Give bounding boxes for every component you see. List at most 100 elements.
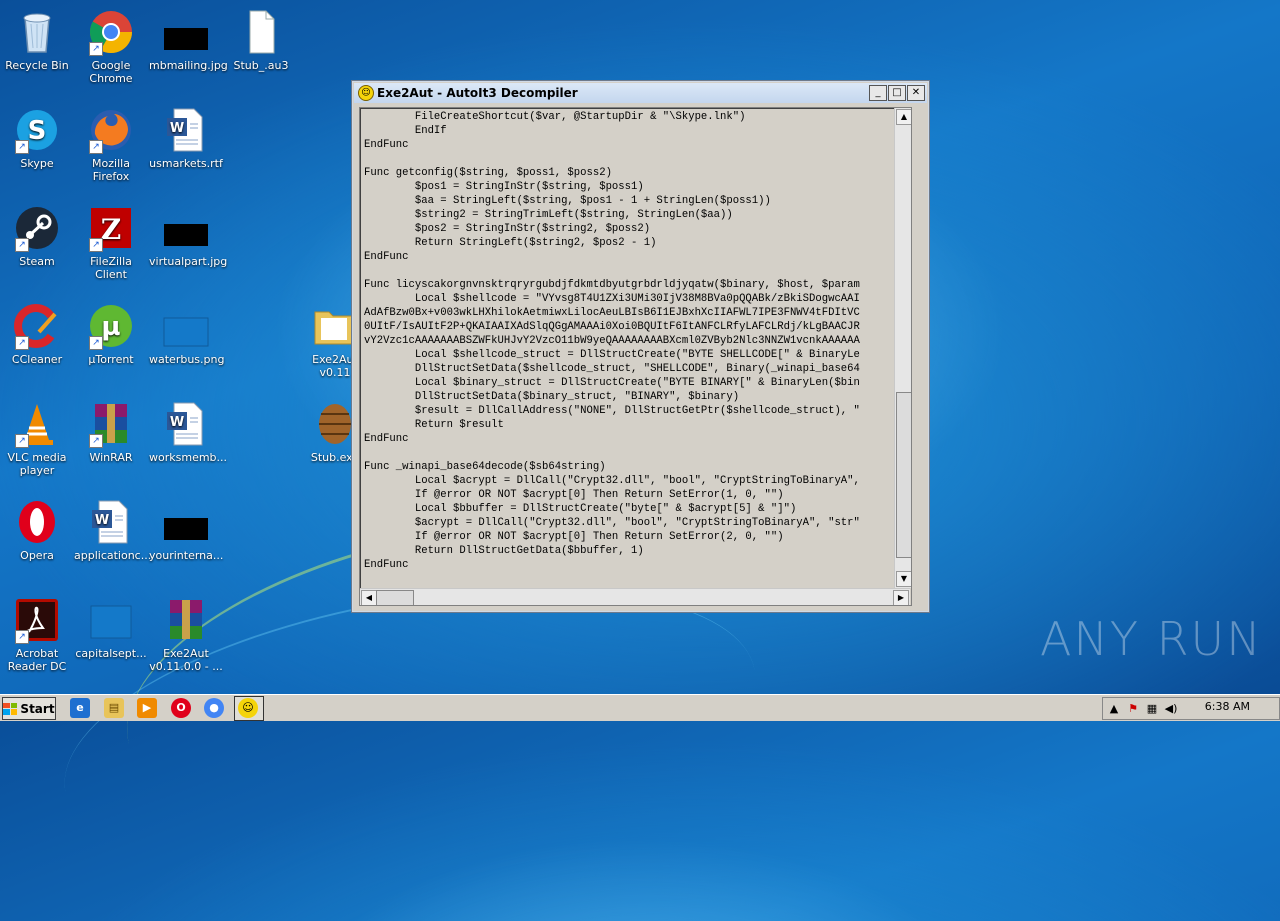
desktop-icon-yourinterna[interactable]: yourinterna... <box>149 498 223 562</box>
desktop-icon-worksmemb[interactable]: W worksmemb... <box>149 400 228 464</box>
shortcut-arrow-icon: ↗ <box>15 140 29 154</box>
desktop-icon-acrobat[interactable]: ↗ Acrobat Reader DC <box>0 596 74 673</box>
minimize-button[interactable]: _ <box>869 85 887 101</box>
start-label: Start <box>20 701 55 716</box>
icon-label: waterbus.png <box>149 353 225 366</box>
image-file-icon <box>162 302 210 350</box>
recycle-bin-icon <box>13 8 61 56</box>
volume-icon[interactable]: ◀) <box>1163 701 1179 717</box>
svg-text:S: S <box>28 116 47 146</box>
shortcut-arrow-icon: ↗ <box>89 434 103 448</box>
ccleaner-icon: ↗ <box>13 302 61 350</box>
icon-label: µTorrent <box>88 353 134 366</box>
horizontal-scrollbar[interactable]: ◀ ▶ <box>360 588 910 605</box>
desktop-icon-utorrent[interactable]: µ ↗ µTorrent <box>74 302 148 366</box>
network-icon[interactable]: ▦ <box>1144 701 1160 717</box>
shortcut-arrow-icon: ↗ <box>89 238 103 252</box>
exe2aut-taskbar-button[interactable]: ☺ <box>234 696 264 721</box>
desktop-icon-filezilla[interactable]: Z ↗ FileZilla Client <box>74 204 148 281</box>
desktop-icon-firefox[interactable]: ↗ Mozilla Firefox <box>74 106 148 183</box>
vertical-scrollbar[interactable]: ▲ ▼ <box>894 108 911 588</box>
media-player-icon[interactable]: ▶ <box>137 698 157 718</box>
svg-text:W: W <box>170 121 184 136</box>
desktop-icon-recycle-bin[interactable]: Recycle Bin <box>0 8 74 72</box>
desktop-icon-virtualpart[interactable]: virtualpart.jpg <box>149 204 228 268</box>
svg-text:W: W <box>170 415 184 430</box>
image-file-icon <box>87 596 135 644</box>
system-tray: ▲ ⚑ ▦ ◀) <box>1102 697 1280 720</box>
icon-label: CCleaner <box>11 353 63 366</box>
icon-label: Exe2Aut v0.11.0.0 - ... <box>149 647 223 673</box>
opera-icon <box>13 498 61 546</box>
image-file-icon <box>162 204 210 252</box>
skype-icon: S ↗ <box>13 106 61 154</box>
winrar-icon: ↗ <box>87 400 135 448</box>
desktop-icon-applicationc[interactable]: W applicationc... <box>74 498 151 562</box>
maximize-button[interactable]: □ <box>888 85 906 101</box>
image-file-icon <box>162 498 210 546</box>
icon-label: mbmailing.jpg <box>149 59 228 72</box>
firefox-icon: ↗ <box>87 106 135 154</box>
window-titlebar[interactable]: ☺ Exe2Aut - AutoIt3 Decompiler _ □ ✕ <box>354 83 927 103</box>
watermark-text: ANY RUN <box>1040 612 1263 666</box>
vlc-cone-icon: ↗ <box>13 400 61 448</box>
acrobat-icon: ↗ <box>13 596 61 644</box>
scroll-down-arrow-icon[interactable]: ▼ <box>896 571 911 587</box>
chrome-icon: ↗ <box>87 8 135 56</box>
chrome-taskbar-icon[interactable]: ● <box>204 698 224 718</box>
svg-text:W: W <box>95 513 109 528</box>
scroll-right-arrow-icon[interactable]: ▶ <box>893 590 909 605</box>
word-document-icon: W <box>162 400 210 448</box>
utorrent-icon: µ ↗ <box>87 302 135 350</box>
desktop-icon-chrome[interactable]: ↗ Google Chrome <box>74 8 148 85</box>
winrar-archive-icon <box>162 596 210 644</box>
security-flag-icon[interactable]: ⚑ <box>1125 701 1141 717</box>
internet-explorer-icon[interactable]: e <box>70 698 90 718</box>
icon-label: usmarkets.rtf <box>149 157 223 170</box>
desktop-icon-opera[interactable]: Opera <box>0 498 74 562</box>
desktop-icon-usmarkets[interactable]: W usmarkets.rtf <box>149 106 223 170</box>
icon-label: yourinterna... <box>149 549 224 562</box>
scroll-left-arrow-icon[interactable]: ◀ <box>361 590 377 605</box>
show-hidden-icons-icon[interactable]: ▲ <box>1106 701 1122 717</box>
clock[interactable]: 6:38 AM <box>1205 700 1250 713</box>
image-file-icon <box>162 8 210 56</box>
icon-label: virtualpart.jpg <box>149 255 228 268</box>
windows-logo-icon <box>3 702 18 715</box>
icon-label: worksmemb... <box>149 451 228 464</box>
vertical-scroll-thumb[interactable] <box>896 392 911 558</box>
icon-label: Google Chrome <box>89 59 133 85</box>
close-button[interactable]: ✕ <box>907 85 925 101</box>
start-button[interactable]: Start <box>2 697 56 720</box>
desktop-icon-steam[interactable]: ↗ Steam <box>0 204 74 268</box>
desktop-icon-ccleaner[interactable]: ↗ CCleaner <box>0 302 74 366</box>
decompiled-script-text[interactable]: FileCreateShortcut($var, @StartupDir & "… <box>364 110 910 584</box>
svg-text:Z: Z <box>101 213 121 246</box>
scroll-up-arrow-icon[interactable]: ▲ <box>896 109 911 125</box>
desktop-icon-stub-au3[interactable]: Stub_.au3 <box>224 8 298 72</box>
desktop-icon-waterbus[interactable]: waterbus.png <box>149 302 225 366</box>
icon-label: VLC media player <box>7 451 67 477</box>
taskbar: Start e ▤ ▶ O ● ☺ ▲ ⚑ ▦ ◀) 6:38 AM <box>0 694 1280 721</box>
desktop-icon-skype[interactable]: S ↗ Skype <box>0 106 74 170</box>
desktop-icon-mbmailing[interactable]: mbmailing.jpg <box>149 8 228 72</box>
shortcut-arrow-icon: ↗ <box>15 434 29 448</box>
icon-label: Skype <box>20 157 54 170</box>
icon-label: FileZilla Client <box>90 255 132 281</box>
filezilla-icon: Z ↗ <box>87 204 135 252</box>
smiley-app-icon: ☺ <box>238 698 258 718</box>
desktop-icon-capitalsept[interactable]: capitalsept... <box>74 596 148 660</box>
icon-label: capitalsept... <box>75 647 147 660</box>
desktop-icon-vlc[interactable]: ↗ VLC media player <box>0 400 74 477</box>
shortcut-arrow-icon: ↗ <box>89 140 103 154</box>
anyrun-watermark: ANY RUN <box>1040 612 1263 666</box>
exe2aut-window[interactable]: ☺ Exe2Aut - AutoIt3 Decompiler _ □ ✕ Fil… <box>351 80 930 613</box>
explorer-folder-icon[interactable]: ▤ <box>104 698 124 718</box>
opera-taskbar-icon[interactable]: O <box>171 698 191 718</box>
code-view[interactable]: FileCreateShortcut($var, @StartupDir & "… <box>359 107 912 606</box>
desktop-icon-winrar[interactable]: ↗ WinRAR <box>74 400 148 464</box>
horizontal-scroll-thumb[interactable] <box>376 590 414 605</box>
desktop-icon-exe2aut-shortcut[interactable]: Exe2Aut v0.11.0.0 - ... <box>149 596 223 673</box>
icon-label: Opera <box>20 549 54 562</box>
shortcut-arrow-icon: ↗ <box>15 336 29 350</box>
